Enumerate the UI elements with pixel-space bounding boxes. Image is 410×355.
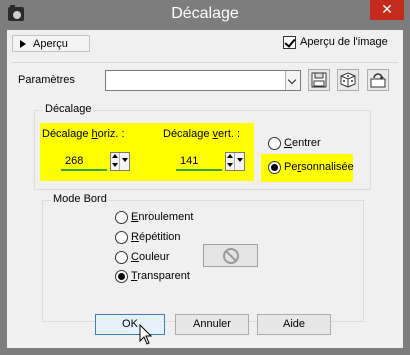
center-radio[interactable]: [268, 137, 281, 150]
reset-preset-button[interactable]: [367, 69, 389, 91]
save-preset-button[interactable]: [308, 69, 330, 91]
preview-toggle-button[interactable]: Aperçu: [12, 35, 90, 52]
stepper-arrows-icon[interactable]: [226, 153, 235, 170]
vertical-offset-label: Décalage vert. :: [163, 128, 241, 140]
expand-triangle-icon: [20, 40, 26, 48]
repeat-radio[interactable]: [115, 231, 128, 244]
preview-toggle-label: Aperçu: [33, 38, 68, 50]
custom-radio-label[interactable]: Personnalisée: [284, 161, 354, 173]
settings-preset-combo[interactable]: [105, 70, 301, 91]
vertical-offset-input[interactable]: 141: [176, 152, 222, 171]
preview-image-checkbox[interactable]: [283, 36, 296, 49]
help-button[interactable]: Aide: [257, 314, 331, 335]
close-button[interactable]: ✕: [370, 0, 404, 20]
save-preset-icon: [311, 72, 327, 88]
chevron-down-icon[interactable]: [122, 158, 128, 162]
chevron-down-icon[interactable]: [237, 158, 243, 162]
offset-group-legend: Décalage: [43, 103, 94, 115]
cancel-button[interactable]: Annuler: [175, 314, 249, 335]
vertical-offset-stepper[interactable]: [225, 152, 245, 171]
window-title: Décalage: [171, 5, 239, 22]
color-radio[interactable]: [115, 251, 128, 264]
separator: [12, 62, 398, 63]
transparent-radio[interactable]: [115, 270, 128, 283]
horizontal-offset-input[interactable]: 268: [61, 152, 107, 171]
random-button[interactable]: [337, 69, 359, 91]
ok-button[interactable]: OK: [95, 314, 165, 335]
edge-mode-legend: Mode Bord: [51, 193, 109, 205]
horizontal-offset-label: Décalage horiz. :: [42, 128, 125, 140]
repeat-radio-label[interactable]: Répétition: [131, 231, 181, 243]
title-bar[interactable]: Décalage ✕: [0, 0, 410, 30]
preview-image-label[interactable]: Aperçu de l'image: [300, 36, 388, 48]
settings-label: Paramètres: [18, 74, 75, 86]
wrap-radio[interactable]: [115, 211, 128, 224]
random-dice-icon: [340, 72, 356, 88]
stepper-arrows-icon[interactable]: [111, 153, 120, 170]
color-radio-label[interactable]: Couleur: [131, 251, 170, 263]
wrap-radio-label[interactable]: Enroulement: [131, 211, 193, 223]
horizontal-offset-stepper[interactable]: [110, 152, 130, 171]
edge-color-swatch[interactable]: [203, 244, 258, 267]
dialog-body: Aperçu Aperçu de l'image Paramètres Déca…: [7, 30, 403, 348]
chevron-down-icon[interactable]: [285, 71, 300, 90]
custom-radio[interactable]: [268, 161, 281, 174]
dialog-window: Décalage ✕ Aperçu Aperçu de l'image Para…: [0, 0, 410, 355]
disabled-circle-icon: [223, 248, 239, 264]
center-radio-label[interactable]: Centrer: [284, 137, 321, 149]
reset-preset-icon: [370, 73, 386, 88]
transparent-radio-label[interactable]: Transparent: [131, 270, 190, 282]
mouse-cursor-icon: [139, 324, 153, 345]
